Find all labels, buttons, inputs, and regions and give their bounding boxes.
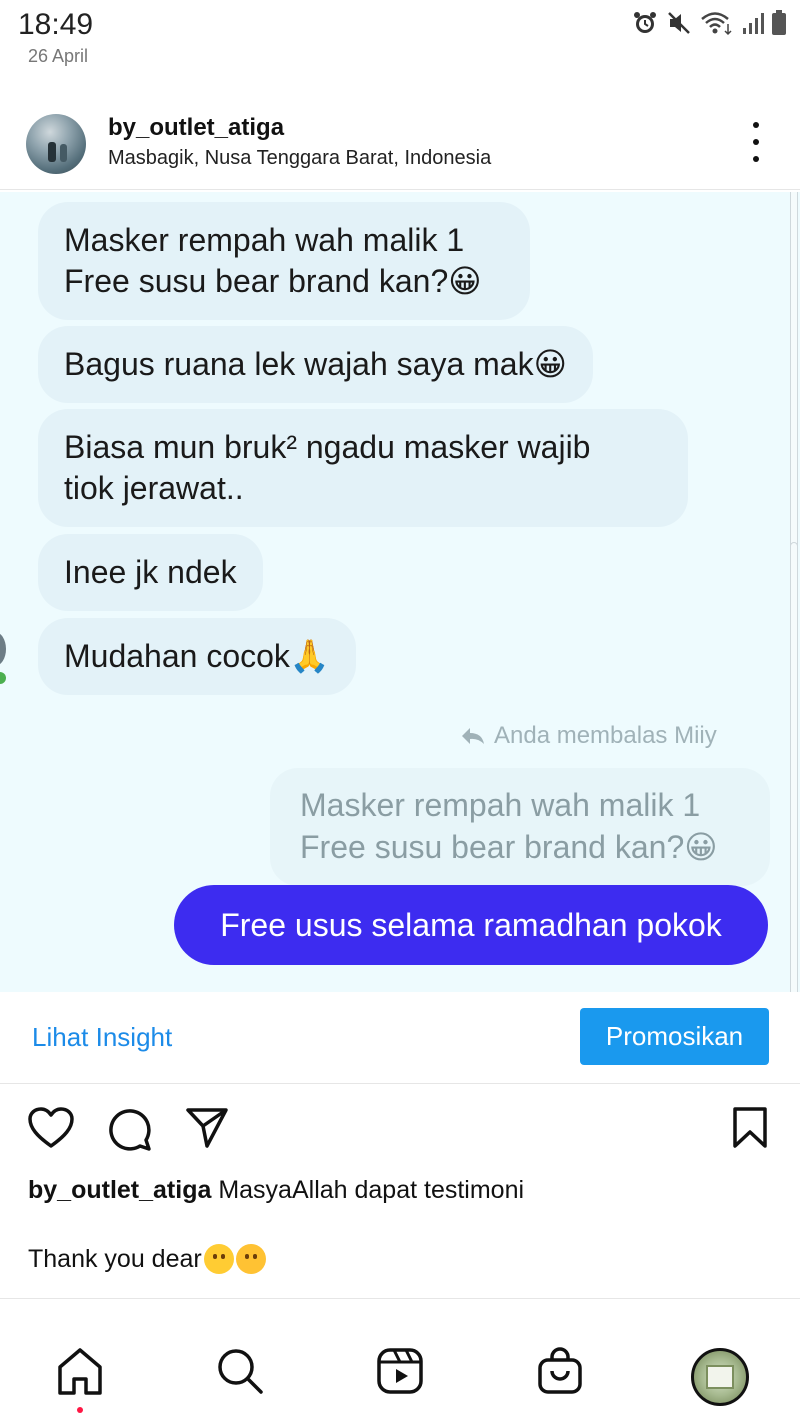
caption-username[interactable]: by_outlet_atiga (28, 1176, 211, 1204)
quoted-text: Masker rempah wah malik 1 Free susu bear… (300, 787, 718, 865)
chat-bubble-incoming: Mudahan cocok🙏 (38, 618, 356, 695)
action-bar (0, 1100, 800, 1160)
post-caption: by_outlet_atiga MasyaAllah dapat testimo… (28, 1176, 524, 1205)
post-header: by_outlet_atiga Masbagik, Nusa Tenggara … (0, 100, 800, 190)
chat-bubble-incoming: Biasa mun bruk² ngadu masker wajib tiok … (38, 409, 688, 527)
share-send-icon[interactable] (185, 1106, 229, 1150)
status-time: 18:49 (18, 8, 94, 41)
outgoing-text: Free usus selama ramadhan pokok (220, 907, 722, 943)
like-heart-icon[interactable] (27, 1106, 75, 1150)
reply-note: Anda membalas Miiy (460, 722, 717, 750)
post-caption-line2: Thank you dear (28, 1244, 266, 1274)
reply-arrow-icon (462, 728, 484, 744)
more-options-icon[interactable] (748, 122, 764, 162)
chat-text: Biasa mun bruk² ngadu masker wajib tiok … (64, 429, 591, 506)
chat-text: Masker rempah wah malik 1 Free susu bear… (64, 222, 482, 299)
avatar[interactable] (26, 114, 86, 174)
post-location[interactable]: Masbagik, Nusa Tenggara Barat, Indonesia (108, 147, 491, 170)
profile-avatar[interactable] (691, 1348, 749, 1406)
sender-avatar (0, 632, 10, 692)
chat-bubble-incoming: Inee jk ndek (38, 534, 263, 611)
shop-bag-icon[interactable] (537, 1347, 583, 1395)
insight-row: Lihat Insight Promosikan (0, 1004, 800, 1084)
search-icon[interactable] (216, 1347, 264, 1395)
signal-icon (743, 13, 764, 34)
promote-button[interactable]: Promosikan (580, 1008, 769, 1065)
caption-line2-text: Thank you dear (28, 1244, 202, 1273)
status-date: 26 April (28, 46, 89, 66)
notification-dot (77, 1407, 83, 1413)
alarm-icon (634, 12, 656, 33)
quoted-message: Masker rempah wah malik 1 Free susu bear… (270, 768, 770, 886)
post-image[interactable]: Masker rempah wah malik 1 Free susu bear… (0, 192, 800, 992)
image-edge (788, 192, 800, 992)
home-icon[interactable] (56, 1347, 104, 1397)
smiling-face-hearts-emoji-icon (235, 1244, 266, 1274)
view-insights-link[interactable]: Lihat Insight (32, 1022, 172, 1053)
status-bar: 18:49 26 April (0, 0, 800, 80)
status-icons (632, 10, 786, 36)
wifi-icon (701, 12, 732, 36)
chat-bubble-incoming: Bagus ruana lek wajah saya mak😀 (38, 326, 593, 403)
caption-text: MasyaAllah dapat testimoni (218, 1176, 525, 1204)
comment-icon[interactable] (106, 1106, 152, 1152)
reply-note-text: Anda membalas Miiy (494, 722, 717, 749)
mute-icon (668, 12, 690, 34)
battery-icon (772, 10, 786, 35)
reels-icon[interactable] (376, 1347, 424, 1395)
bottom-nav (0, 1298, 800, 1422)
chat-text: Bagus ruana lek wajah saya mak😀 (64, 346, 567, 382)
chat-bubble-incoming: Masker rempah wah malik 1 Free susu bear… (38, 202, 530, 320)
chat-text: Mudahan cocok🙏 (64, 638, 330, 674)
bookmark-icon[interactable] (732, 1106, 768, 1150)
chat-bubble-outgoing: Free usus selama ramadhan pokok (174, 885, 768, 965)
post-username[interactable]: by_outlet_atiga (108, 114, 284, 142)
hugging-face-emoji-icon (203, 1244, 234, 1274)
chat-text: Inee jk ndek (64, 554, 237, 590)
